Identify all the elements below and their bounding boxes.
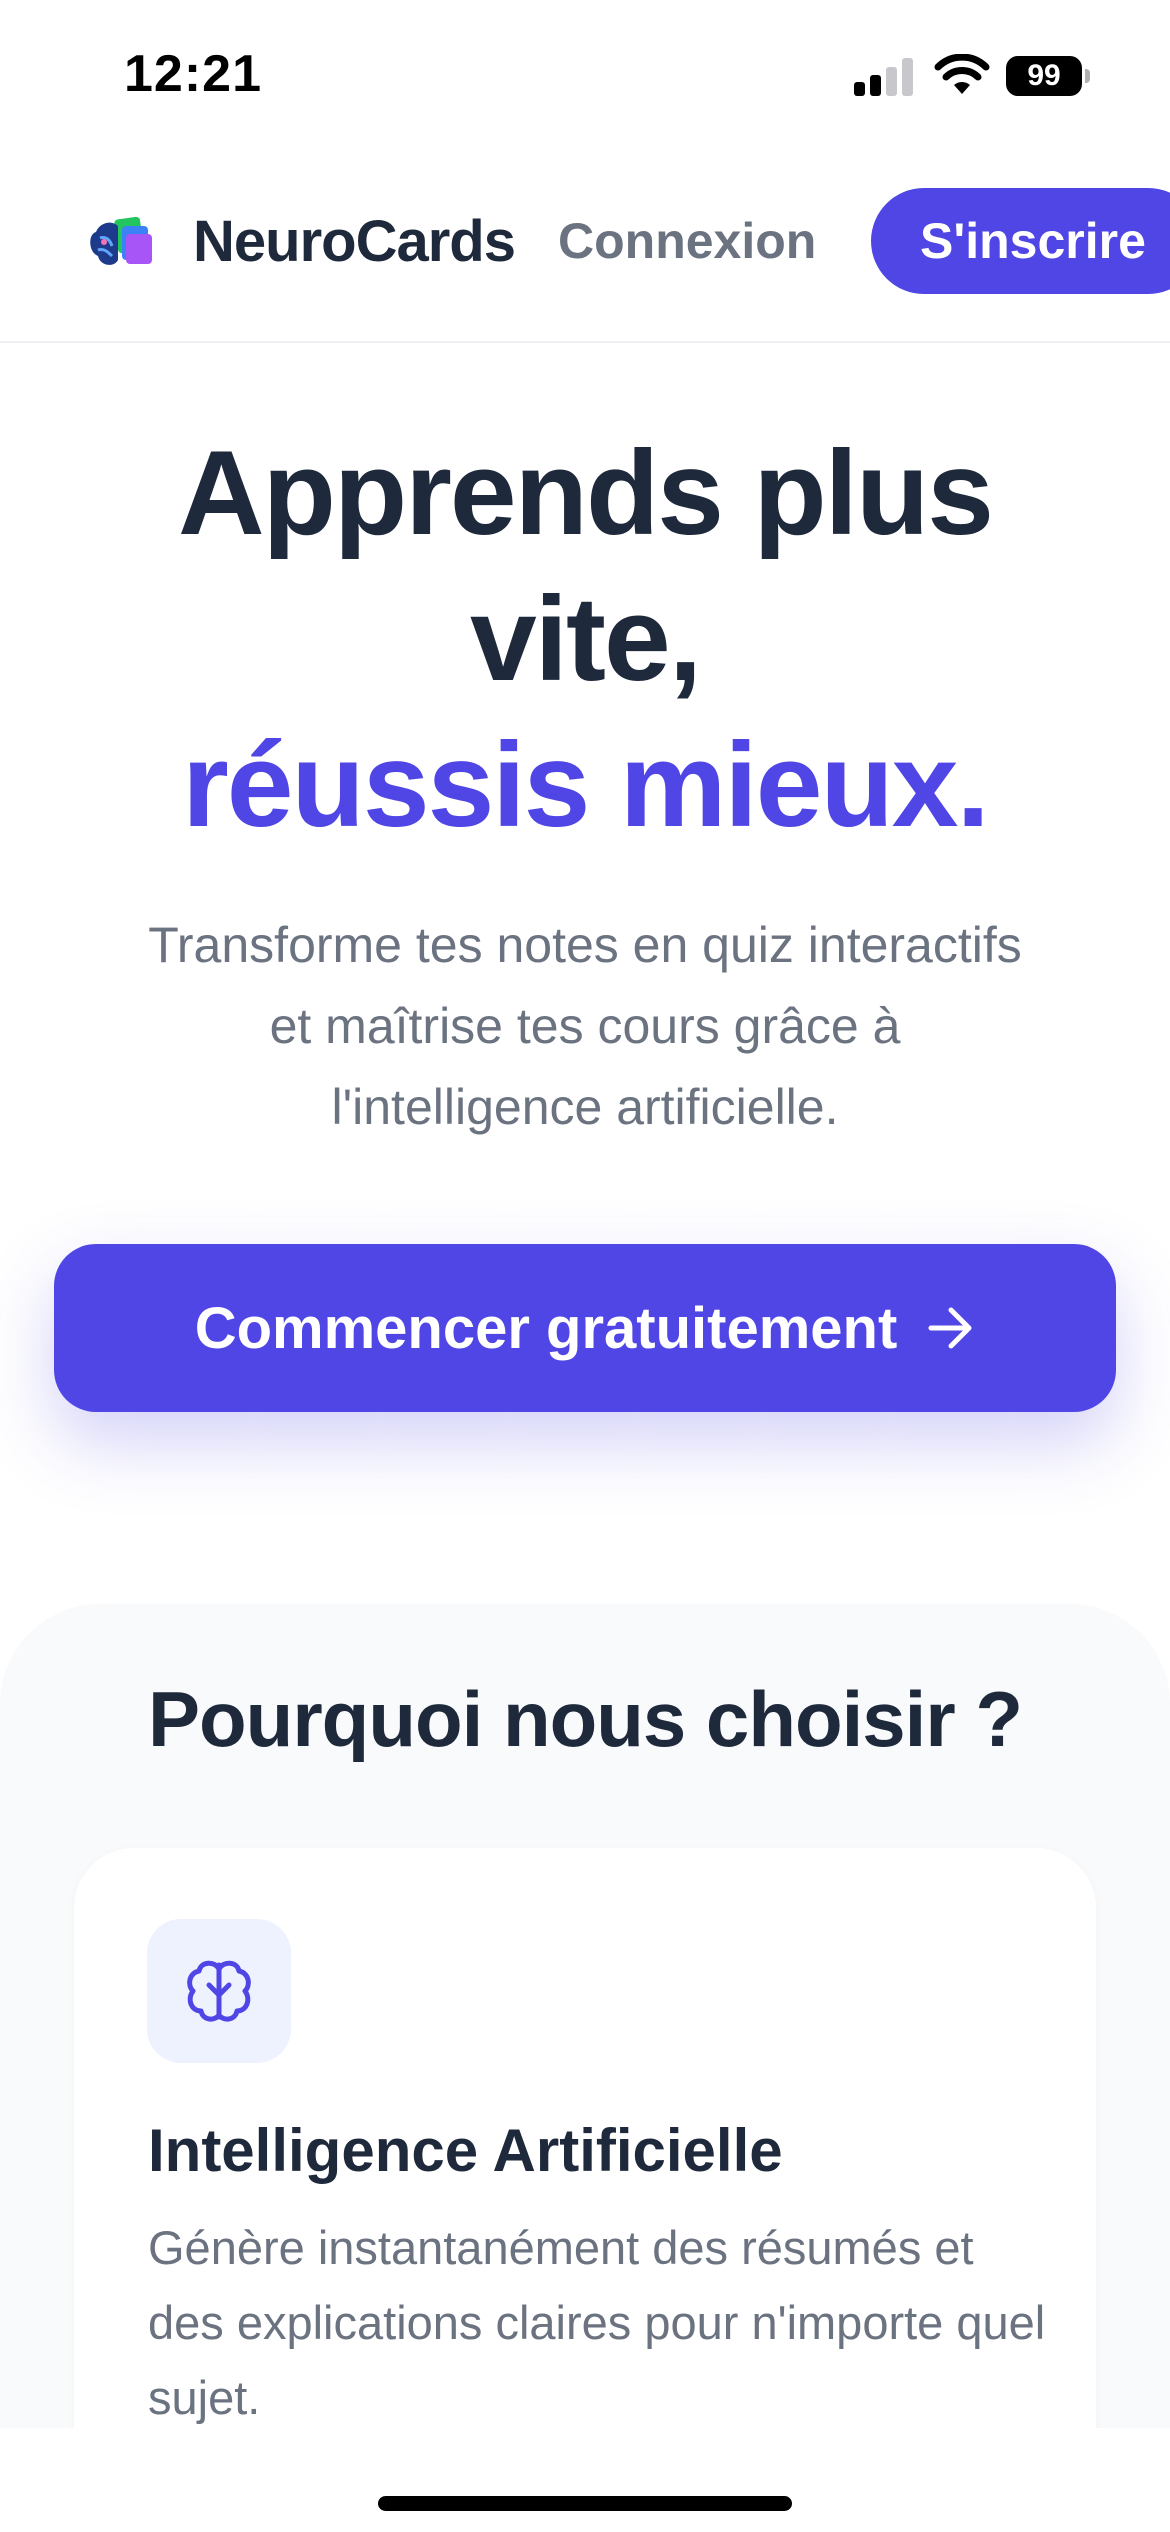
hero-subtitle: Transforme tes notes en quiz interactifs… [148, 917, 1022, 1135]
signup-button[interactable]: S'inscrire [871, 188, 1170, 294]
login-link[interactable]: Connexion [558, 212, 816, 270]
header-nav: NeuroCards Connexion S'inscrire [0, 150, 1170, 343]
brain-cards-logo-icon[interactable] [86, 212, 154, 272]
feature-title: Intelligence Artificielle [148, 2117, 783, 2184]
hero-title-line2: vite, [469, 572, 702, 706]
brain-icon [187, 1960, 251, 2022]
hero-title: Apprends plus vite, réussis mieux. [0, 420, 1170, 858]
status-bar: 12:21 99 [0, 0, 1170, 150]
wifi-icon [934, 54, 990, 94]
feature-description: Génère instantanément des résumés et des… [148, 2221, 1046, 2424]
hero-title-accent: réussis mieux. [182, 718, 990, 852]
status-time: 12:21 [124, 45, 262, 103]
battery-tip [1085, 69, 1090, 83]
hero-title-line1: Apprends plus [177, 426, 994, 560]
feature-icon-box [147, 1919, 291, 2063]
signal-icon [854, 58, 914, 96]
arrow-right-icon [928, 1307, 972, 1349]
home-indicator[interactable] [378, 2496, 792, 2511]
battery-icon: 99 [1006, 56, 1082, 96]
start-free-button[interactable]: Commencer gratuitement [54, 1244, 1116, 1412]
brand-name[interactable]: NeuroCards [193, 208, 516, 275]
cta-label: Commencer gratuitement [194, 1295, 898, 1361]
features-section: Pourquoi nous choisir ? Intelligence Art… [0, 1604, 1170, 2532]
landing-screen: 12:21 99 NeuroCards Connexion S'inscrire [0, 0, 1170, 2532]
bottom-safe-area [0, 2428, 1170, 2532]
features-title: Pourquoi nous choisir ? [148, 1675, 1023, 1763]
